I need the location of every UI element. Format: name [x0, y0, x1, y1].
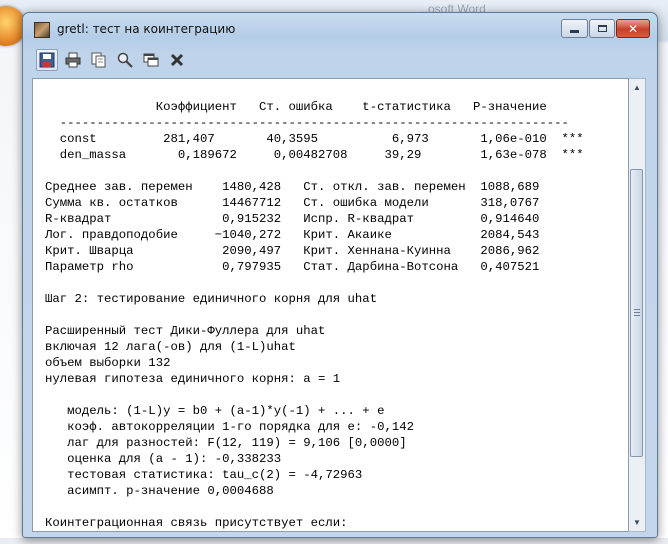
print-icon [65, 52, 81, 68]
close-icon [170, 53, 184, 67]
scrollbar-thumb[interactable] [630, 169, 643, 457]
toolbar [32, 46, 646, 74]
minimize-icon [570, 30, 579, 33]
scroll-up-arrow-icon[interactable]: ▲ [629, 79, 645, 96]
gretl-app-icon [34, 22, 50, 38]
maximize-icon [597, 25, 607, 32]
output-text-area[interactable]: Коэффициент Ст. ошибка t-статистика P-зн… [32, 78, 629, 532]
close-window-button[interactable]: ✕ [616, 19, 650, 38]
windows-button[interactable] [140, 49, 162, 71]
close-window-icon: ✕ [627, 21, 639, 36]
find-button[interactable] [114, 49, 136, 71]
scroll-down-arrow-icon[interactable]: ▼ [629, 514, 645, 531]
save-icon [39, 52, 55, 68]
maximize-button[interactable] [589, 19, 615, 38]
windows-icon [143, 53, 159, 67]
minimize-button[interactable] [561, 19, 588, 38]
gretl-output-window: gretl: тест на коинтеграцию ✕ Коэффициен… [22, 12, 658, 538]
copy-button[interactable] [88, 49, 110, 71]
window-title: gretl: тест на коинтеграцию [57, 22, 236, 36]
background-status-strip [0, 538, 668, 544]
save-button[interactable] [36, 49, 58, 71]
grip-line [634, 315, 640, 316]
grip-line [634, 312, 640, 313]
copy-icon [91, 52, 106, 68]
print-button[interactable] [62, 49, 84, 71]
close-output-button[interactable] [166, 49, 188, 71]
grip-line [634, 309, 640, 310]
vertical-scrollbar[interactable]: ▲ ▼ [629, 78, 646, 532]
find-icon [117, 52, 133, 68]
regression-output-text: Коэффициент Ст. ошибка t-статистика P-зн… [45, 100, 584, 530]
